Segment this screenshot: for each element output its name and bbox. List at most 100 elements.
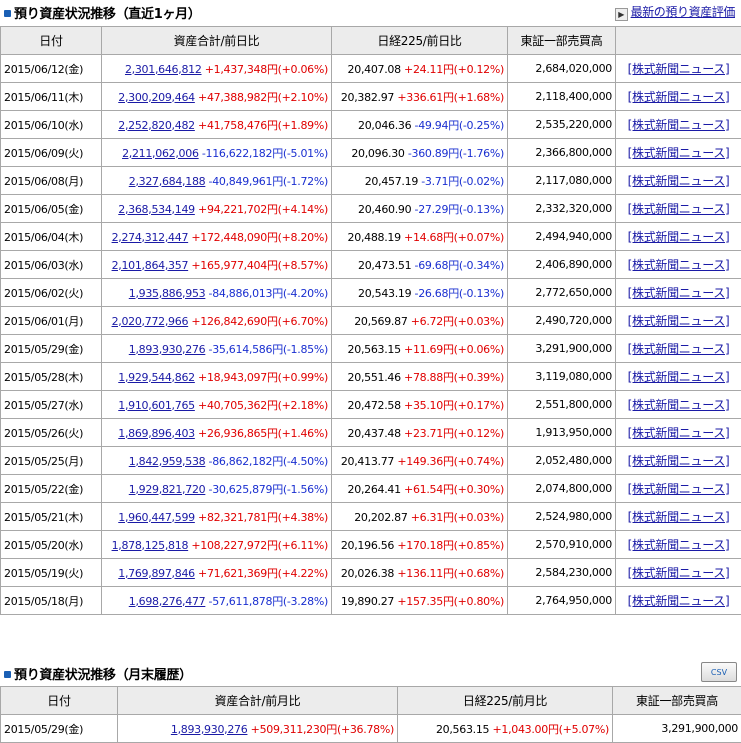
news-link[interactable]: [株式新聞ニュース]	[628, 342, 730, 356]
csv-download-button[interactable]: CSV	[701, 662, 737, 682]
nikkei-value: 20,096.30	[351, 147, 404, 160]
news-cell: [株式新聞ニュース]	[616, 419, 741, 447]
assets-link[interactable]: 1,893,930,276	[171, 723, 248, 736]
assets-link[interactable]: 1,698,276,477	[129, 595, 206, 608]
asset-change: +172,448,090円(+8.20%)	[191, 231, 328, 244]
news-cell: [株式新聞ニュース]	[616, 447, 741, 475]
asset-change: +165,977,404円(+8.57%)	[191, 259, 328, 272]
nikkei-cell: 20,460.90 -27.29円(-0.13%)	[332, 195, 508, 223]
nikkei-value: 20,202.87	[354, 511, 407, 524]
assets-link[interactable]: 2,301,646,812	[125, 63, 202, 76]
assets-link[interactable]: 1,893,930,276	[129, 343, 206, 356]
nikkei-change: -69.68円(-0.34%)	[415, 259, 504, 272]
table-row: 2015/05/27(水)1,910,601,765 +40,705,362円(…	[1, 391, 741, 419]
assets-link[interactable]: 2,020,772,966	[112, 315, 189, 328]
assets-link[interactable]: 1,960,447,599	[118, 511, 195, 524]
table-header-row: 日付 資産合計/前月比 日経225/前月比 東証一部売買高	[1, 687, 741, 715]
nikkei-cell: 20,407.08 +24.11円(+0.12%)	[332, 55, 508, 83]
news-link[interactable]: [株式新聞ニュース]	[628, 426, 730, 440]
nikkei-value: 20,543.19	[358, 287, 411, 300]
nikkei-change: +6.31円(+0.03%)	[411, 511, 504, 524]
news-link[interactable]: [株式新聞ニュース]	[628, 174, 730, 188]
assets-link[interactable]: 2,274,312,447	[112, 231, 189, 244]
assets-link[interactable]: 2,252,820,482	[118, 119, 195, 132]
asset-change: +94,221,702円(+4.14%)	[198, 203, 328, 216]
news-link[interactable]: [株式新聞ニュース]	[628, 510, 730, 524]
assets-link[interactable]: 2,368,534,149	[118, 203, 195, 216]
nikkei-value: 20,413.77	[341, 455, 394, 468]
volume-cell: 2,494,940,000	[508, 223, 616, 251]
nikkei-change: +61.54円(+0.30%)	[404, 483, 504, 496]
assets-link[interactable]: 1,842,959,538	[129, 455, 206, 468]
assets-link[interactable]: 1,878,125,818	[112, 539, 189, 552]
asset-change: +82,321,781円(+4.38%)	[198, 511, 328, 524]
assets-link[interactable]: 2,300,209,464	[118, 91, 195, 104]
nikkei-cell: 20,551.46 +78.88円(+0.39%)	[332, 363, 508, 391]
nikkei-change: -26.68円(-0.13%)	[415, 287, 504, 300]
news-link[interactable]: [株式新聞ニュース]	[628, 594, 730, 608]
asset-change: -35,614,586円(-1.85%)	[209, 343, 328, 356]
assets-link[interactable]: 1,929,821,720	[129, 483, 206, 496]
assets-link[interactable]: 1,929,544,862	[118, 371, 195, 384]
asset-change: +18,943,097円(+0.99%)	[198, 371, 328, 384]
asset-change: -40,849,961円(-1.72%)	[209, 175, 328, 188]
nikkei-cell: 20,488.19 +14.68円(+0.07%)	[332, 223, 508, 251]
date-cell: 2015/05/20(水)	[1, 531, 102, 559]
asset-change: +47,388,982円(+2.10%)	[198, 91, 328, 104]
nikkei-change: +6.72円(+0.03%)	[411, 315, 504, 328]
section-title: 預り資産状況推移（月末履歴）	[4, 664, 192, 683]
news-link[interactable]: [株式新聞ニュース]	[628, 482, 730, 496]
asset-change: +41,758,476円(+1.89%)	[198, 119, 328, 132]
nikkei-change: +14.68円(+0.07%)	[404, 231, 504, 244]
nikkei-value: 20,196.56	[341, 539, 394, 552]
news-link[interactable]: [株式新聞ニュース]	[628, 62, 730, 76]
col-header-date: 日付	[1, 687, 118, 715]
news-link[interactable]: [株式新聞ニュース]	[628, 370, 730, 384]
assets-cell: 2,211,062,006 -116,622,182円(-5.01%)	[102, 139, 332, 167]
news-cell: [株式新聞ニュース]	[616, 167, 741, 195]
date-cell: 2015/06/08(月)	[1, 167, 102, 195]
nikkei-change: +336.61円(+1.68%)	[397, 91, 504, 104]
volume-cell: 3,119,080,000	[508, 363, 616, 391]
news-cell: [株式新聞ニュース]	[616, 223, 741, 251]
assets-link[interactable]: 2,327,684,188	[129, 175, 206, 188]
news-link[interactable]: [株式新聞ニュース]	[628, 566, 730, 580]
date-cell: 2015/05/29(金)	[1, 335, 102, 363]
assets-link[interactable]: 1,769,897,846	[118, 567, 195, 580]
date-cell: 2015/06/02(火)	[1, 279, 102, 307]
news-link[interactable]: [株式新聞ニュース]	[628, 146, 730, 160]
news-link[interactable]: [株式新聞ニュース]	[628, 454, 730, 468]
assets-link[interactable]: 1,910,601,765	[118, 399, 195, 412]
news-link[interactable]: [株式新聞ニュース]	[628, 202, 730, 216]
news-link[interactable]: [株式新聞ニュース]	[628, 90, 730, 104]
news-link[interactable]: [株式新聞ニュース]	[628, 538, 730, 552]
latest-asset-valuation-link[interactable]: ▶最新の預り資産評価	[615, 3, 735, 21]
volume-cell: 3,291,900,000	[613, 715, 741, 743]
news-link[interactable]: [株式新聞ニュース]	[628, 118, 730, 132]
news-link[interactable]: [株式新聞ニュース]	[628, 314, 730, 328]
volume-cell: 3,291,900,000	[508, 335, 616, 363]
nikkei-value: 20,563.15	[436, 723, 489, 736]
assets-link[interactable]: 2,211,062,006	[122, 147, 199, 160]
assets-link[interactable]: 2,101,864,357	[112, 259, 189, 272]
news-link[interactable]: [株式新聞ニュース]	[628, 398, 730, 412]
table-header-row: 日付 資産合計/前日比 日経225/前日比 東証一部売買高	[1, 27, 741, 55]
news-link[interactable]: [株式新聞ニュース]	[628, 286, 730, 300]
asset-change: +26,936,865円(+1.46%)	[198, 427, 328, 440]
news-link[interactable]: [株式新聞ニュース]	[628, 230, 730, 244]
date-cell: 2015/05/21(木)	[1, 503, 102, 531]
table-row: 2015/05/29(金)1,893,930,276 +509,311,230円…	[1, 715, 741, 743]
col-header-volume: 東証一部売買高	[508, 27, 616, 55]
assets-link[interactable]: 1,869,896,403	[118, 427, 195, 440]
section-title: 預り資産状況推移（直近1ヶ月）	[4, 3, 201, 22]
assets-link[interactable]: 1,935,886,953	[129, 287, 206, 300]
nikkei-value: 20,488.19	[348, 231, 401, 244]
news-link[interactable]: [株式新聞ニュース]	[628, 258, 730, 272]
assets-cell: 2,101,864,357 +165,977,404円(+8.57%)	[102, 251, 332, 279]
table-row: 2015/06/02(火)1,935,886,953 -84,886,013円(…	[1, 279, 741, 307]
recent-month-header: 預り資産状況推移（直近1ヶ月） ▶最新の預り資産評価	[0, 0, 741, 22]
volume-cell: 2,772,650,000	[508, 279, 616, 307]
assets-cell: 1,960,447,599 +82,321,781円(+4.38%)	[102, 503, 332, 531]
col-header-assets: 資産合計/前日比	[102, 27, 332, 55]
nikkei-value: 20,457.19	[365, 175, 418, 188]
